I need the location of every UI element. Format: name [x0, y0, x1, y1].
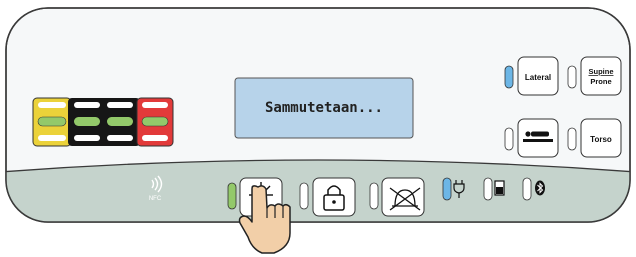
battery-icon: [494, 180, 505, 196]
lateral-label: Lateral: [525, 73, 551, 82]
nfc-label: NFC: [149, 196, 162, 202]
lcd-display: Sammutetaan...: [234, 77, 414, 139]
bluetooth-indicator: [522, 177, 532, 201]
supine-label: Supine: [588, 67, 613, 76]
torso-label: Torso: [590, 135, 612, 144]
patient-position-button[interactable]: [517, 118, 559, 158]
power-indicator: [227, 182, 237, 210]
torso-indicator: [567, 127, 577, 151]
supine-prone-button[interactable]: [580, 56, 622, 96]
prone-label: Prone: [590, 77, 611, 86]
alarm-indicator: [369, 182, 379, 210]
pressure-bar-indicator: [32, 97, 174, 147]
bluetooth-icon: [535, 180, 545, 196]
lock-indicator: [299, 182, 309, 210]
lcd-message: Sammutetaan...: [265, 100, 383, 116]
ac-power-indicator: [442, 177, 452, 201]
control-panel: Sammutetaan... Lateral Supine Prone Tors…: [5, 7, 631, 254]
supine-prone-indicator: [567, 65, 577, 89]
patient-position-indicator: [504, 127, 514, 151]
battery-indicator: [483, 177, 493, 201]
lateral-indicator: [504, 65, 514, 89]
